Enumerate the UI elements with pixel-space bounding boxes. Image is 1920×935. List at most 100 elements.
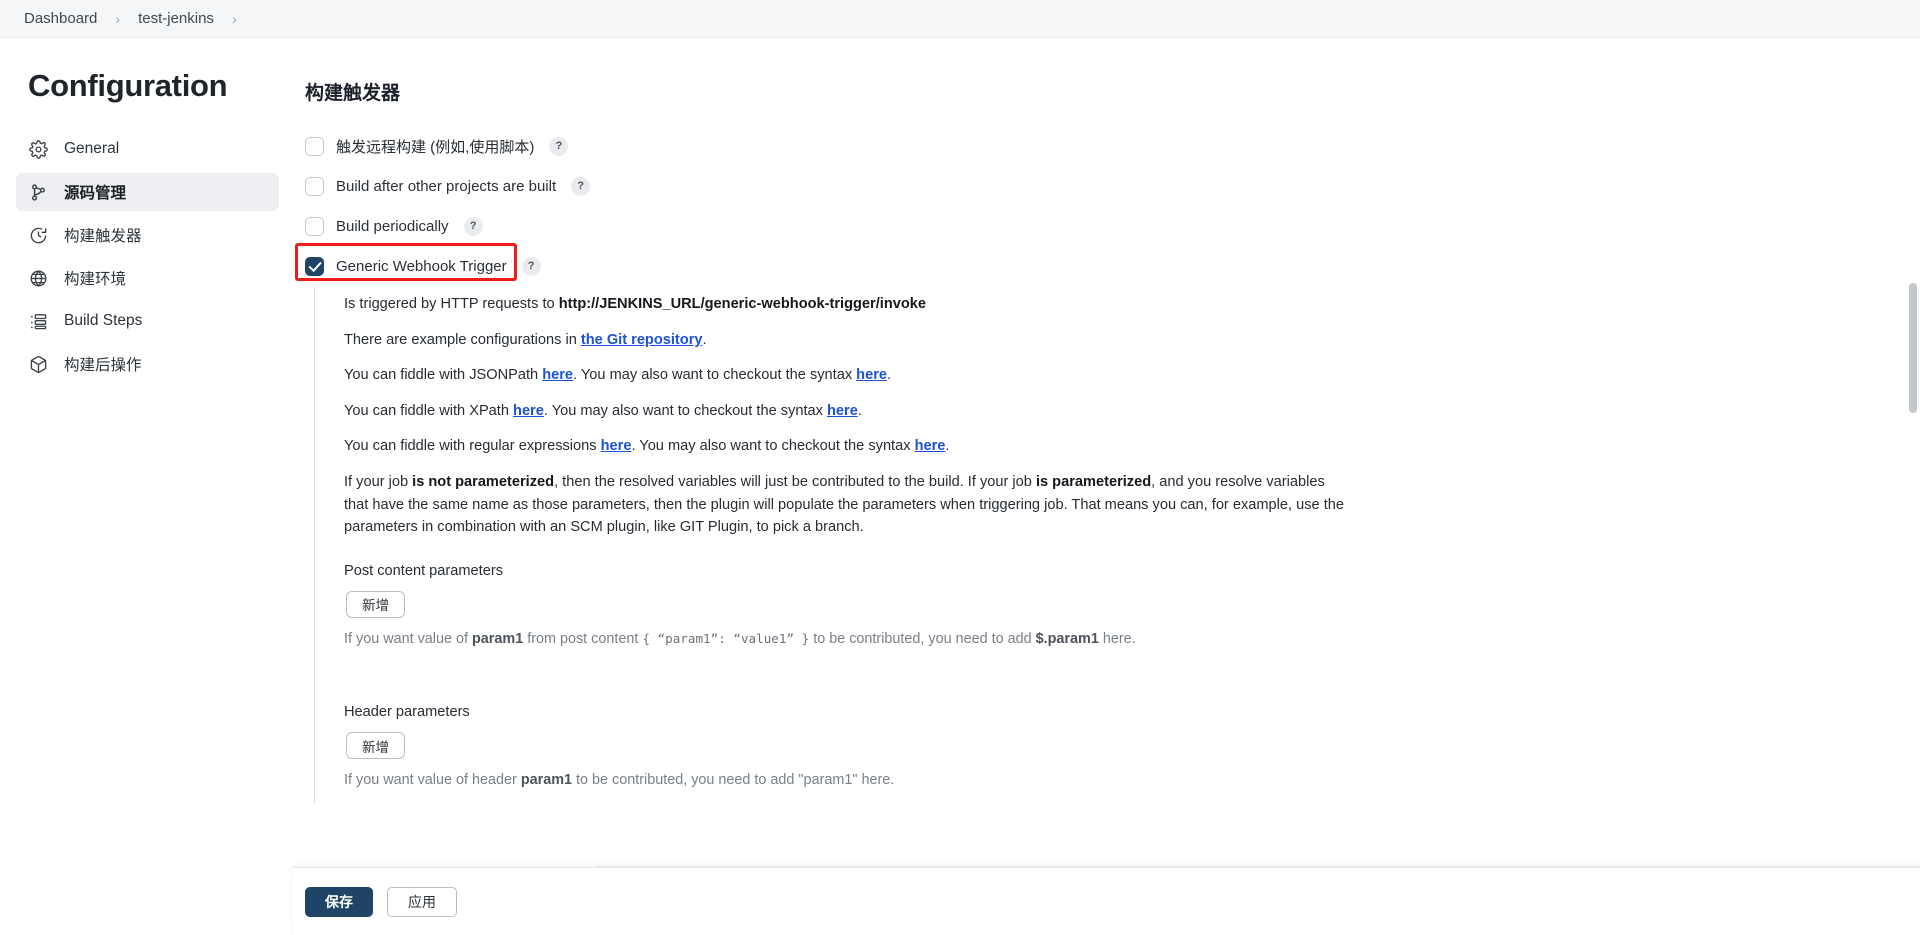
desc-text: You can fiddle with XPath (344, 402, 514, 419)
clock-icon (28, 225, 49, 246)
sidebar-item-label: General (64, 140, 120, 157)
sidebar-item-label: 构建后操作 (64, 357, 142, 374)
post-content-parameters-hint: If you want value of param1 from post co… (344, 629, 1880, 651)
desc-text: , then the resolved variables will just … (554, 474, 1036, 491)
content-scroll-area: 触发远程构建 (例如,使用脚本) ? Build after other pro… (293, 131, 1920, 803)
hint-text: here. (1098, 630, 1136, 647)
hint-bold: $.param1 (1035, 630, 1099, 647)
sidebar-item-label: 构建环境 (64, 271, 127, 288)
trigger-row-build-periodically[interactable]: Build periodically ? (305, 211, 1880, 241)
regex-fiddle-link[interactable]: here (601, 438, 632, 454)
desc-text: . (857, 402, 862, 419)
help-icon[interactable]: ? (571, 176, 591, 196)
breadcrumb: Dashboard › test-jenkins › (0, 0, 1920, 38)
desc-text: If your job (344, 474, 413, 491)
post-content-parameters-heading: Post content parameters (344, 562, 503, 579)
desc-line-regex: You can fiddle with regular expressions … (344, 435, 1354, 458)
trigger-label: Build periodically (336, 217, 449, 235)
desc-text: . You may also want to checkout the synt… (573, 367, 857, 384)
add-post-content-parameter-button[interactable]: 新增 (346, 590, 405, 618)
section-title: 构建触发器 (305, 83, 401, 104)
header-parameters-hint: If you want value of header param1 to be… (344, 770, 1880, 792)
sidebar-item-label: 源码管理 (64, 185, 127, 202)
body-area: Configuration General 源码管理 构建触发器 构建环境 Bu… (0, 38, 1920, 935)
sidebar-nav: General 源码管理 构建触发器 构建环境 Build Steps 构建后操… (0, 130, 293, 383)
git-repository-link[interactable]: the Git repository (581, 332, 703, 348)
sidebar-item-build-steps[interactable]: Build Steps (16, 302, 279, 340)
desc-line-examples: There are example configurations in the … (344, 329, 1354, 352)
hint-bold: param1 (472, 630, 524, 647)
trigger-label: Build after other projects are built (336, 177, 557, 195)
globe-icon (28, 268, 49, 289)
sidebar-item-post-build-actions[interactable]: 构建后操作 (16, 345, 279, 383)
trigger-row-generic-webhook-trigger[interactable]: Generic Webhook Trigger ? (295, 243, 1880, 281)
header-parameters-heading: Header parameters (344, 704, 470, 721)
desc-line-jsonpath: You can fiddle with JSONPath here. You m… (344, 364, 1354, 387)
trigger-row-build-after-other-projects[interactable]: Build after other projects are built ? (305, 171, 1880, 201)
sidebar-item-source-code-management[interactable]: 源码管理 (16, 173, 279, 211)
sidebar-item-build-environment[interactable]: 构建环境 (16, 259, 279, 297)
main-content: 构建触发器 触发远程构建 (例如,使用脚本) ? Build after oth… (293, 38, 1920, 935)
vertical-scrollbar[interactable] (1909, 283, 1917, 413)
trigger-label: 触发远程构建 (例如,使用脚本) (336, 138, 535, 156)
jenkins-configuration-page: Dashboard › test-jenkins › Configuration… (0, 0, 1920, 935)
sidebar-item-label: 构建触发器 (64, 228, 142, 245)
desc-line-invoke-url: Is triggered by HTTP requests to http://… (344, 293, 1354, 316)
branch-icon (28, 182, 49, 203)
hint-bold: param1 (520, 772, 573, 789)
hint-code: { “param1”: “value1” } (642, 630, 810, 646)
save-button[interactable]: 保存 (305, 886, 373, 917)
hint-text: to be contributed, you need to add "para… (572, 772, 895, 789)
sidebar-item-build-triggers[interactable]: 构建触发器 (16, 216, 279, 254)
desc-text: You can fiddle with regular expressions (344, 438, 601, 455)
desc-paragraph-parameterized: If your job is not parameterized, then t… (344, 471, 1349, 539)
gear-icon (28, 139, 49, 160)
chevron-right-icon: › (115, 10, 121, 27)
desc-text: There are example configurations in (344, 331, 581, 348)
package-icon (28, 354, 49, 375)
help-icon[interactable]: ? (463, 216, 483, 236)
checkbox-build-periodically[interactable] (305, 216, 324, 236)
list-icon (28, 311, 49, 332)
desc-text: . (702, 331, 707, 348)
desc-text: . (887, 367, 892, 384)
jsonpath-fiddle-link[interactable]: here (542, 367, 573, 383)
breadcrumb-item-test-jenkins[interactable]: test-jenkins (132, 8, 220, 29)
checkbox-remote-build[interactable] (305, 136, 324, 156)
hint-text: If you want value of (344, 630, 472, 647)
regex-syntax-link[interactable]: here (915, 438, 946, 454)
desc-text: . You may also want to checkout the synt… (631, 438, 915, 455)
desc-text: You can fiddle with JSONPath (344, 367, 543, 384)
breadcrumb-item-dashboard[interactable]: Dashboard (18, 8, 103, 29)
desc-line-xpath: You can fiddle with XPath here. You may … (344, 400, 1354, 423)
trigger-row-remote-build[interactable]: 触发远程构建 (例如,使用脚本) ? (305, 131, 1880, 161)
desc-text: Is triggered by HTTP requests to (344, 296, 559, 312)
hint-text: from post content (523, 630, 643, 647)
chevron-right-icon-trailing: › (231, 10, 237, 27)
sidebar: Configuration General 源码管理 构建触发器 构建环境 Bu… (0, 38, 293, 935)
desc-text: . (945, 438, 950, 455)
checkbox-build-after-other-projects[interactable] (305, 176, 324, 196)
desc-bold: is parameterized (1035, 474, 1152, 491)
jsonpath-syntax-link[interactable]: here (856, 367, 887, 383)
desc-text: . You may also want to checkout the synt… (543, 402, 827, 419)
generic-webhook-description: Is triggered by HTTP requests to http://… (314, 287, 1880, 803)
form-footer: 保存 应用 (293, 867, 1920, 935)
help-icon[interactable]: ? (549, 136, 569, 156)
sidebar-item-label: Build Steps (64, 312, 143, 329)
trigger-label: Generic Webhook Trigger (336, 257, 507, 275)
hint-text: to be contributed, you need to add (809, 630, 1036, 647)
sidebar-item-general[interactable]: General (16, 130, 279, 168)
desc-bold: is not parameterized (412, 474, 555, 491)
hint-text: If you want value of header (344, 772, 521, 789)
apply-button[interactable]: 应用 (387, 886, 457, 917)
help-icon[interactable]: ? (521, 256, 541, 276)
xpath-syntax-link[interactable]: here (827, 403, 858, 419)
checkbox-generic-webhook-trigger[interactable] (305, 256, 324, 276)
xpath-fiddle-link[interactable]: here (513, 403, 544, 419)
add-header-parameter-button[interactable]: 新增 (346, 732, 405, 760)
invoke-url: http://JENKINS_URL/generic-webhook-trigg… (558, 296, 927, 312)
page-title: Configuration (28, 68, 228, 103)
